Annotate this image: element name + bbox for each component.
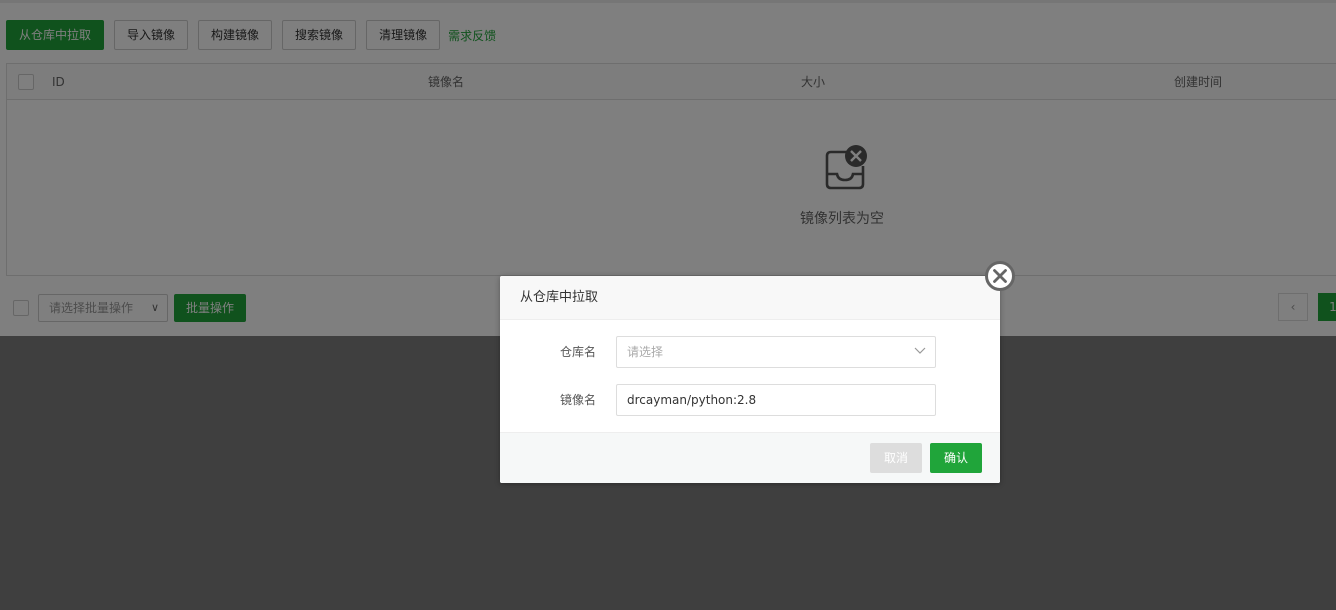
- registry-row: 仓库名 请选择: [500, 336, 1000, 368]
- image-name-row: 镜像名: [500, 384, 1000, 416]
- image-name-label: 镜像名: [559, 393, 596, 407]
- close-icon: [993, 269, 1007, 283]
- chevron-down-icon: [914, 347, 926, 354]
- cancel-button[interactable]: 取消: [870, 443, 923, 473]
- registry-placeholder: 请选择: [627, 345, 664, 359]
- screen: 从仓库中拉取 导入镜像 构建镜像 搜索镜像 清理镜像 需求反馈 ID 镜像名 大…: [0, 0, 1336, 610]
- dialog-footer: 取消 确认: [500, 432, 1000, 483]
- image-name-input[interactable]: [616, 384, 936, 416]
- pull-image-dialog: 从仓库中拉取 仓库名 请选择 镜像名 取消 确认: [500, 276, 1000, 483]
- registry-select[interactable]: 请选择: [616, 336, 936, 368]
- dialog-title: 从仓库中拉取: [500, 276, 1000, 320]
- registry-label: 仓库名: [559, 345, 596, 359]
- dialog-close-button[interactable]: [985, 261, 1015, 291]
- confirm-button[interactable]: 确认: [930, 443, 983, 473]
